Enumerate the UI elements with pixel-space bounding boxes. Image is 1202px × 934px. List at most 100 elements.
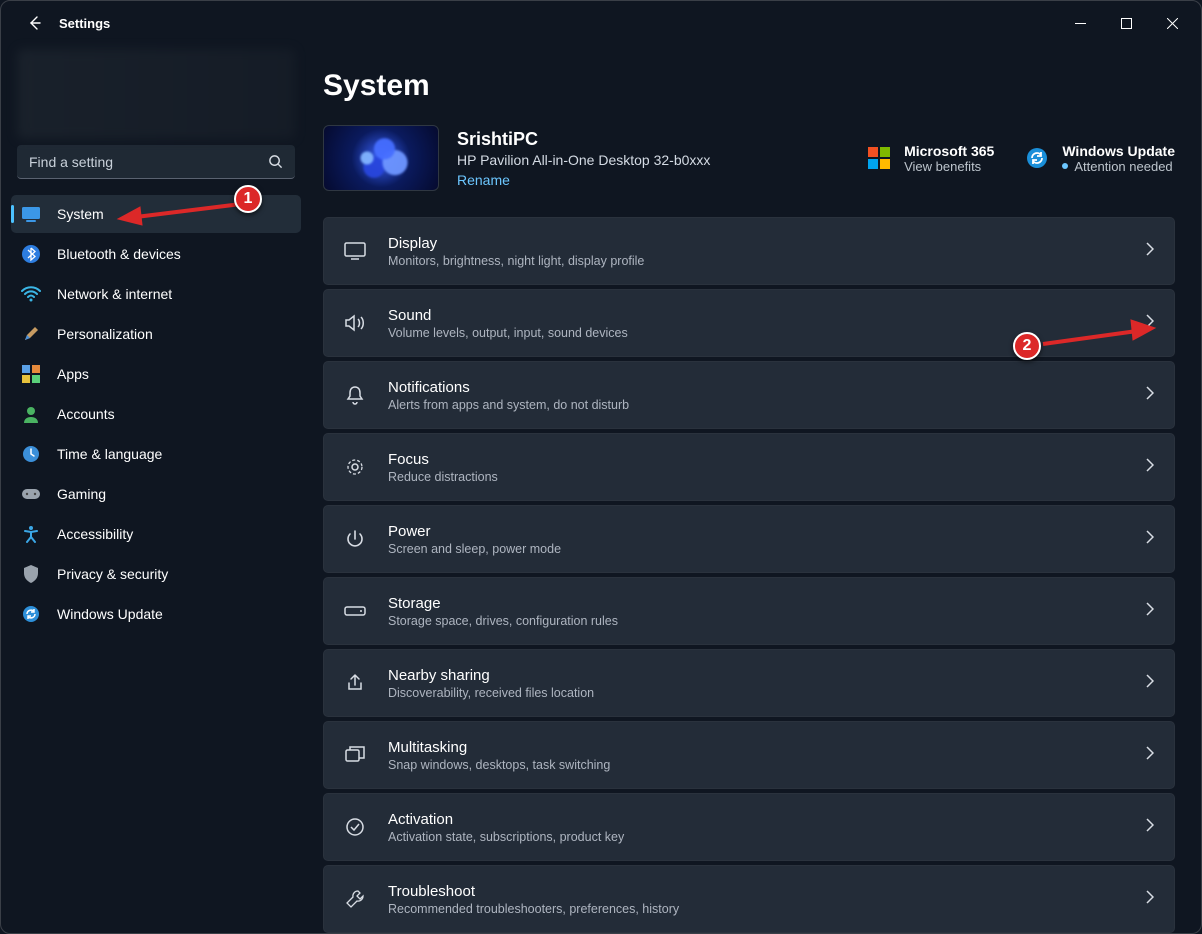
sidebar-item-label: Personalization [57,326,153,342]
setting-sub: Volume levels, output, input, sound devi… [388,326,628,340]
person-icon [21,404,41,424]
check-circle-icon [344,816,366,838]
setting-title: Storage [388,595,618,612]
setting-power[interactable]: PowerScreen and sleep, power mode [323,505,1175,573]
setting-nearby[interactable]: Nearby sharingDiscoverability, received … [323,649,1175,717]
setting-multitasking[interactable]: MultitaskingSnap windows, desktops, task… [323,721,1175,789]
sidebar-item-label: System [57,206,104,222]
setting-title: Multitasking [388,739,610,756]
setting-focus[interactable]: FocusReduce distractions [323,433,1175,501]
chevron-right-icon [1146,602,1154,621]
device-name: SrishtiPC [457,129,710,150]
bell-icon [344,384,366,406]
device-header: SrishtiPC HP Pavilion All-in-One Desktop… [323,125,1175,191]
chevron-right-icon [1146,890,1154,909]
search-icon [268,154,283,169]
promo-title: Microsoft 365 [904,143,994,159]
sidebar-item-update[interactable]: Windows Update [11,595,301,633]
update-icon [21,604,41,624]
bluetooth-icon [21,244,41,264]
focus-icon [344,456,366,478]
setting-display[interactable]: DisplayMonitors, brightness, night light… [323,217,1175,285]
multitasking-icon [344,744,366,766]
main-content: System SrishtiPC HP Pavilion All-in-One … [311,45,1201,933]
promo-area: Microsoft 365 View benefits Windows Upda… [868,143,1175,174]
sidebar-item-label: Network & internet [57,286,172,302]
sidebar-item-gaming[interactable]: Gaming [11,475,301,513]
sidebar-item-accounts[interactable]: Accounts [11,395,301,433]
system-icon [21,204,41,224]
status-dot-icon [1062,163,1068,169]
annotation-marker-1: 1 [234,185,262,213]
setting-sub: Reduce distractions [388,470,498,484]
window-title: Settings [59,16,110,31]
rename-link[interactable]: Rename [457,172,510,188]
sidebar-item-personalization[interactable]: Personalization [11,315,301,353]
apps-icon [21,364,41,384]
window-controls [1057,7,1195,39]
promo-m365[interactable]: Microsoft 365 View benefits [868,143,994,174]
back-button[interactable] [19,7,51,39]
share-icon [344,672,366,694]
annotation-arrow-2 [1037,318,1157,354]
setting-activation[interactable]: ActivationActivation state, subscription… [323,793,1175,861]
close-icon [1167,18,1178,29]
setting-title: Display [388,235,644,252]
storage-icon [344,600,366,622]
device-wallpaper-thumb[interactable] [323,125,439,191]
sidebar-item-label: Time & language [57,446,162,462]
promo-sub: View benefits [904,159,994,174]
search-input[interactable] [29,154,268,170]
shield-icon [21,564,41,584]
user-account-block[interactable] [17,49,295,139]
setting-title: Troubleshoot [388,883,679,900]
arrow-left-icon [27,15,43,31]
setting-title: Power [388,523,561,540]
setting-sub: Storage space, drives, configuration rul… [388,614,618,628]
minimize-button[interactable] [1057,7,1103,39]
chevron-right-icon [1146,530,1154,549]
search-box[interactable] [17,145,295,179]
setting-title: Notifications [388,379,629,396]
minimize-icon [1075,18,1086,29]
sound-icon [344,312,366,334]
annotation-marker-2: 2 [1013,332,1041,360]
sidebar-item-label: Bluetooth & devices [57,246,181,262]
page-title: System [323,69,1175,103]
sidebar-item-label: Accessibility [57,526,133,542]
close-button[interactable] [1149,7,1195,39]
device-info: SrishtiPC HP Pavilion All-in-One Desktop… [457,129,710,188]
sidebar-item-privacy[interactable]: Privacy & security [11,555,301,593]
setting-storage[interactable]: Storage Storage space, drives, configurat… [323,577,1175,645]
setting-notifications[interactable]: NotificationsAlerts from apps and system… [323,361,1175,429]
setting-troubleshoot[interactable]: TroubleshootRecommended troubleshooters,… [323,865,1175,933]
wrench-icon [344,888,366,910]
chevron-right-icon [1146,458,1154,477]
sidebar-item-label: Windows Update [57,606,163,622]
device-model: HP Pavilion All-in-One Desktop 32-b0xxx [457,152,710,168]
sidebar-item-network[interactable]: Network & internet [11,275,301,313]
sidebar-item-apps[interactable]: Apps [11,355,301,393]
wifi-icon [21,284,41,304]
promo-sub: Attention needed [1062,159,1175,174]
maximize-icon [1121,18,1132,29]
sidebar-item-time[interactable]: Time & language [11,435,301,473]
paintbrush-icon [21,324,41,344]
promo-title: Windows Update [1062,143,1175,159]
display-icon [344,240,366,262]
gamepad-icon [21,484,41,504]
setting-title: Activation [388,811,624,828]
annotation-arrow-1 [116,197,246,227]
sidebar-item-accessibility[interactable]: Accessibility [11,515,301,553]
power-icon [344,528,366,550]
titlebar: Settings [1,1,1201,45]
chevron-right-icon [1146,674,1154,693]
sidebar: System Bluetooth & devices Network & int… [1,45,311,933]
sidebar-item-label: Accounts [57,406,115,422]
sidebar-item-label: Apps [57,366,89,382]
setting-sub: Discoverability, received files location [388,686,594,700]
sidebar-item-bluetooth[interactable]: Bluetooth & devices [11,235,301,273]
promo-update[interactable]: Windows Update Attention needed [1026,143,1175,174]
microsoft-icon [868,147,890,169]
maximize-button[interactable] [1103,7,1149,39]
